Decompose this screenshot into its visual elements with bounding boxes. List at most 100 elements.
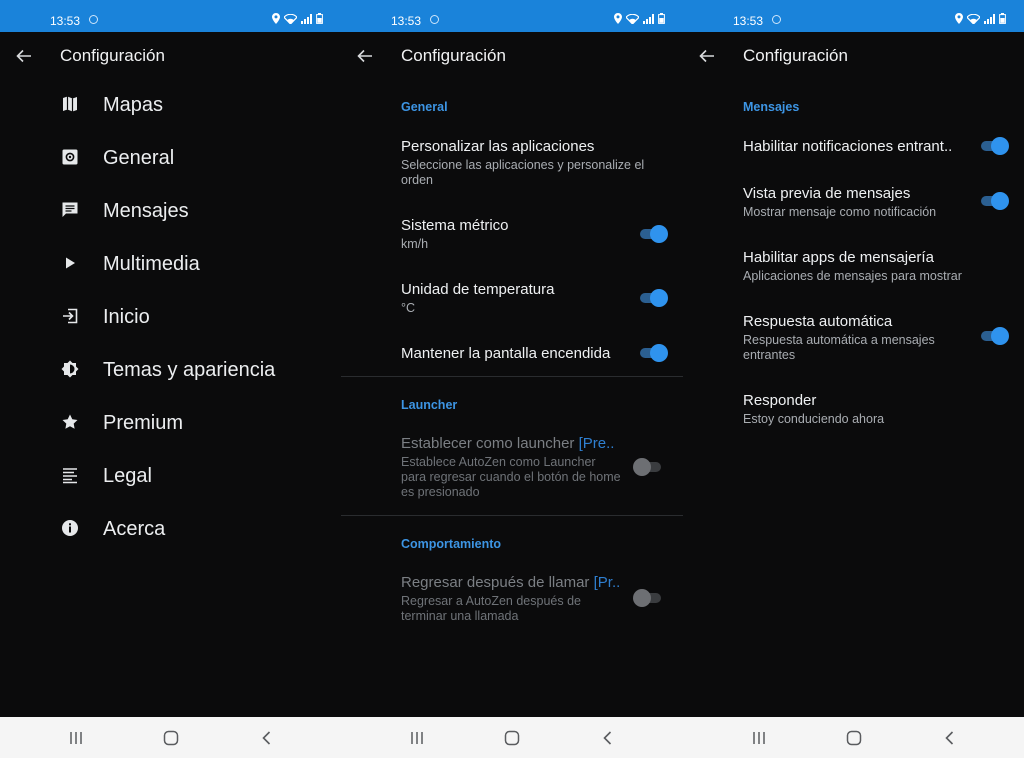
- status-time: 13:53: [733, 14, 764, 28]
- recents-icon[interactable]: [408, 729, 426, 747]
- pref-title-text: Regresar después de llamar: [401, 574, 590, 591]
- app-bar: Configuración: [683, 32, 1024, 80]
- establecer-launcher-toggle[interactable]: [633, 458, 663, 476]
- home-icon[interactable]: [503, 729, 521, 747]
- toggle-thumb: [991, 327, 1009, 345]
- pref-respuesta-automatica[interactable]: Respuesta automática Respuesta automátic…: [743, 313, 958, 363]
- menu-item-label: Inicio: [103, 306, 150, 328]
- login-icon: [63, 308, 78, 324]
- pref-title: Establecer como launcher [Pre..: [401, 435, 651, 452]
- nav-back-icon[interactable]: [941, 729, 959, 747]
- pref-title: Vista previa de mensajes: [743, 185, 911, 202]
- play-icon: [66, 257, 75, 269]
- sistema-metrico-toggle[interactable]: [638, 225, 668, 243]
- menu-item-inicio[interactable]: Inicio: [0, 292, 341, 345]
- menu-item-multimedia[interactable]: Multimedia: [0, 239, 341, 292]
- vista-previa-toggle[interactable]: [979, 192, 1009, 210]
- habilitar-notificaciones-toggle[interactable]: [979, 137, 1009, 155]
- recents-icon[interactable]: [750, 729, 768, 747]
- regresar-llamar-toggle[interactable]: [633, 589, 663, 607]
- recents-icon[interactable]: [67, 729, 85, 747]
- pref-sistema-metrico[interactable]: Sistema métrico km/h: [401, 217, 651, 252]
- notification-icon: [89, 15, 98, 24]
- status-bar: 13:53: [0, 0, 341, 32]
- menu-item-label: Premium: [103, 412, 184, 434]
- wifi-icon: [626, 13, 639, 24]
- message-icon: [62, 202, 78, 217]
- pref-mantener-pantalla[interactable]: Mantener la pantalla encendida: [401, 345, 651, 362]
- respuesta-automatica-toggle[interactable]: [979, 327, 1009, 345]
- toggle-thumb: [633, 589, 651, 607]
- system-icons: [955, 13, 1006, 24]
- toggle-thumb: [633, 458, 651, 476]
- back-arrow-icon[interactable]: [697, 46, 717, 66]
- signal-icon: [301, 13, 312, 24]
- notification-icon: [430, 15, 439, 24]
- app-bar: Configuración: [341, 32, 683, 80]
- pref-responder[interactable]: Responder Estoy conduciendo ahora: [743, 392, 993, 427]
- pref-title: Respuesta automática: [743, 313, 893, 330]
- premium-badge: [Pre..: [578, 435, 615, 452]
- toggle-thumb: [650, 225, 668, 243]
- signal-icon: [984, 13, 995, 24]
- pref-title: Habilitar notificaciones entrant..: [743, 138, 953, 155]
- status-bar: 13:53: [341, 0, 683, 32]
- nav-back-icon[interactable]: [258, 729, 276, 747]
- pref-regresar-llamar[interactable]: Regresar después de llamar [Pr.. Regresa…: [401, 574, 651, 624]
- toggle-thumb: [650, 344, 668, 362]
- system-icons: [614, 13, 665, 24]
- back-arrow-icon[interactable]: [14, 46, 34, 66]
- star-icon: [62, 414, 78, 429]
- nav-back-icon[interactable]: [599, 729, 617, 747]
- pref-establecer-launcher[interactable]: Establecer como launcher [Pre.. Establec…: [401, 435, 651, 500]
- menu-item-label: Legal: [103, 465, 152, 487]
- page-title: Configuración: [401, 46, 506, 65]
- pref-title: Regresar después de llamar [Pr..: [401, 574, 651, 591]
- menu-item-mapas[interactable]: Mapas: [0, 80, 341, 133]
- info-icon: [62, 520, 78, 536]
- home-icon[interactable]: [845, 729, 863, 747]
- location-icon: [955, 13, 963, 24]
- pref-title: Responder: [743, 392, 817, 409]
- back-arrow-icon[interactable]: [355, 46, 375, 66]
- pref-habilitar-notificaciones[interactable]: Habilitar notificaciones entrant..: [743, 138, 958, 155]
- pref-title: Sistema métrico: [401, 217, 509, 234]
- mantener-pantalla-toggle[interactable]: [638, 344, 668, 362]
- battery-icon: [999, 13, 1006, 24]
- menu-item-premium[interactable]: Premium: [0, 398, 341, 451]
- pref-unidad-temperatura[interactable]: Unidad de temperatura °C: [401, 281, 651, 316]
- unidad-temperatura-toggle[interactable]: [638, 289, 668, 307]
- menu-item-mensajes[interactable]: Mensajes: [0, 186, 341, 239]
- wifi-icon: [967, 13, 980, 24]
- brightness-icon: [61, 360, 79, 378]
- menu-item-legal[interactable]: Legal: [0, 451, 341, 504]
- section-header-launcher: Launcher: [401, 398, 458, 412]
- toggle-thumb: [991, 192, 1009, 210]
- menu-item-acerca[interactable]: Acerca: [0, 504, 341, 557]
- section-divider: [341, 376, 683, 377]
- menu-item-temas[interactable]: Temas y apariencia: [0, 345, 341, 398]
- menu-item-general[interactable]: General: [0, 133, 341, 186]
- signal-icon: [643, 13, 654, 24]
- pref-summary: km/h: [401, 237, 429, 251]
- menu-item-label: General: [103, 147, 175, 169]
- app-bar: Configuración: [0, 32, 341, 80]
- pref-vista-previa[interactable]: Vista previa de mensajes Mostrar mensaje…: [743, 185, 993, 220]
- text-lines-icon: [63, 468, 77, 484]
- pref-habilitar-apps-mensajeria[interactable]: Habilitar apps de mensajería Aplicacione…: [743, 249, 993, 284]
- pref-title: Mantener la pantalla encendida: [401, 345, 611, 362]
- pref-title-text: Establecer como launcher: [401, 435, 575, 452]
- location-icon: [272, 13, 280, 24]
- settings-menu-screen: 13:53 Configuración Mapas General Mensaj…: [0, 0, 341, 758]
- screens-container: 13:53 Configuración Mapas General Mensaj…: [0, 0, 1024, 758]
- system-nav-bar: [683, 717, 1024, 758]
- pref-personalizar-apps[interactable]: Personalizar las aplicaciones Seleccione…: [401, 138, 651, 188]
- page-title: Configuración: [60, 46, 165, 65]
- location-icon: [614, 13, 622, 24]
- home-icon[interactable]: [162, 729, 180, 747]
- notification-icon: [772, 15, 781, 24]
- system-nav-bar: [0, 717, 341, 758]
- pref-summary: Aplicaciones de mensajes para mostrar: [743, 269, 962, 283]
- battery-icon: [316, 13, 323, 24]
- toggle-thumb: [991, 137, 1009, 155]
